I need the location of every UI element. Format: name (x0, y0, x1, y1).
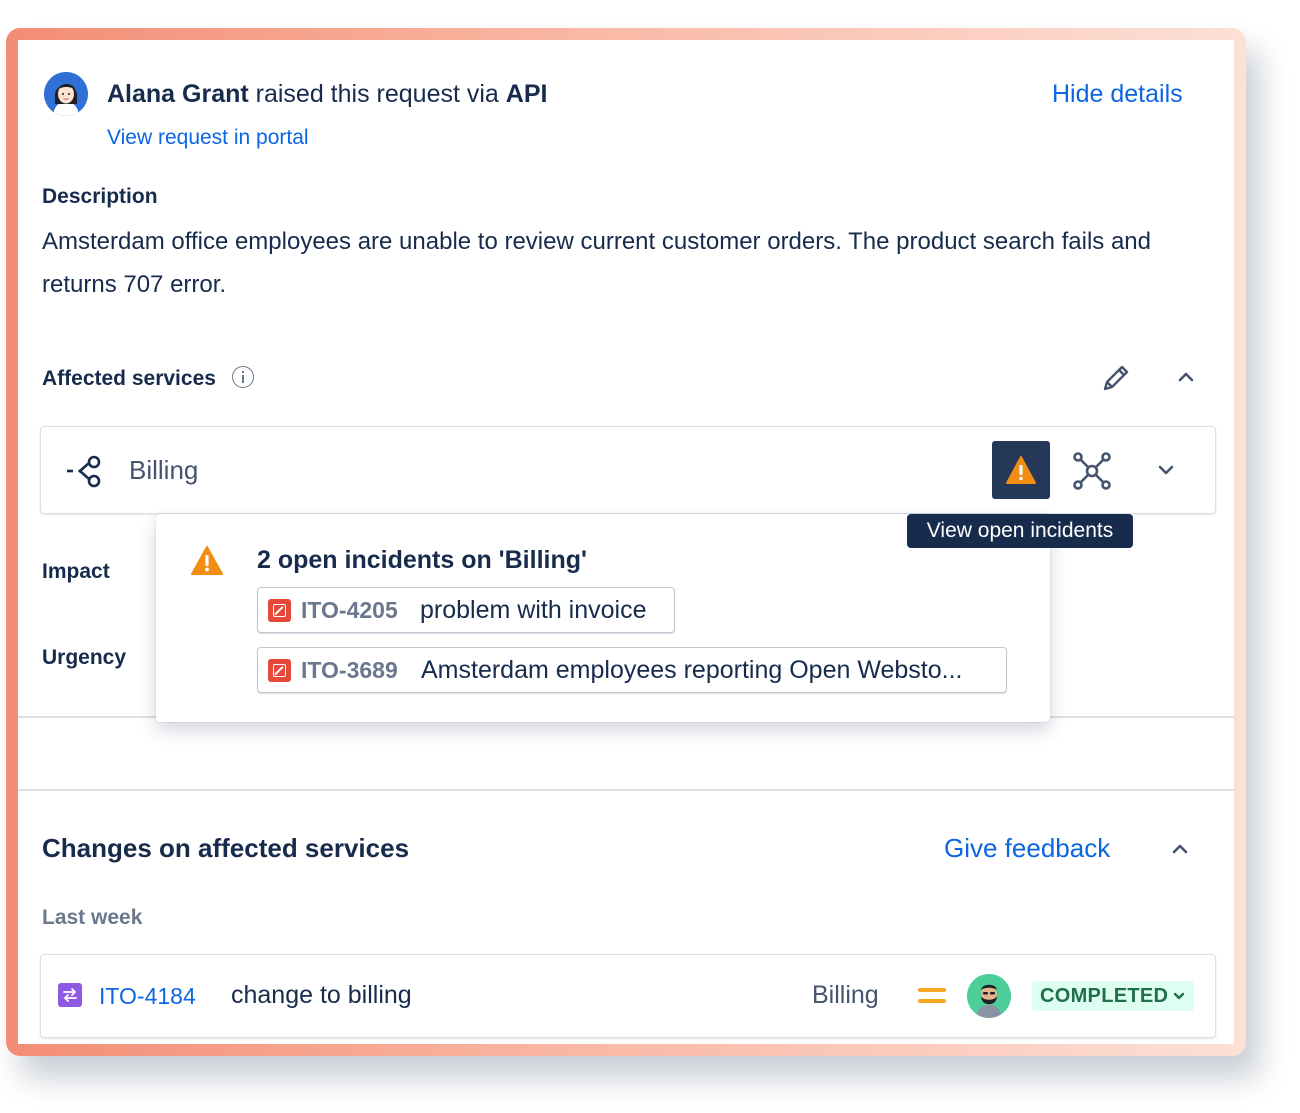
give-feedback-link[interactable]: Give feedback (944, 833, 1110, 864)
raised-via-text: raised this request via (248, 80, 506, 108)
incident-card[interactable]: ITO-3689 Amsterdam employees reporting O… (257, 647, 1007, 693)
collapse-changes-chevron-up-icon[interactable] (1167, 836, 1193, 862)
incident-icon (268, 659, 291, 682)
request-raised-text: Alana Grant raised this request via API (107, 80, 547, 109)
hide-details-button[interactable]: Hide details (1052, 80, 1183, 109)
description-label: Description (42, 185, 158, 208)
incident-card[interactable]: ITO-4205 problem with invoice (257, 587, 675, 633)
request-channel: API (505, 80, 548, 108)
change-icon (58, 983, 82, 1007)
pencil-icon[interactable] (1098, 360, 1134, 396)
collapse-affected-services-chevron-up-icon[interactable] (1173, 364, 1199, 390)
open-incidents-title: 2 open incidents on 'Billing' (257, 546, 587, 574)
chevron-down-icon (1172, 982, 1186, 1012)
warning-triangle-icon (189, 544, 225, 578)
status-lozenge[interactable]: COMPLETED (1032, 981, 1195, 1012)
expand-service-chevron-down-icon[interactable] (1153, 457, 1179, 483)
change-service: Billing (812, 981, 879, 1009)
change-row[interactable]: ITO-4184 change to billing Billing COMPL… (40, 954, 1216, 1038)
reporter-avatar[interactable] (44, 72, 88, 116)
warning-triangle-icon (1006, 456, 1036, 484)
reporter-name[interactable]: Alana Grant (107, 80, 249, 108)
urgency-label: Urgency (42, 646, 127, 669)
info-circle-icon[interactable] (232, 366, 254, 388)
change-summary[interactable]: change to billing (231, 981, 412, 1010)
description-text[interactable]: Amsterdam office employees are unable to… (42, 220, 1172, 306)
network-icon[interactable] (1072, 451, 1112, 491)
incident-key[interactable]: ITO-3689 (301, 657, 398, 684)
incident-summary[interactable]: Amsterdam employees reporting Open Webst… (421, 656, 962, 685)
incident-summary[interactable]: problem with invoice (420, 596, 647, 625)
view-open-incidents-tooltip: View open incidents (907, 514, 1133, 548)
request-details-panel: Alana Grant raised this request via API … (18, 40, 1234, 1044)
view-open-incidents-button[interactable] (992, 441, 1050, 499)
impact-label: Impact (42, 560, 110, 583)
assignee-avatar[interactable] (967, 974, 1011, 1018)
service-name[interactable]: Billing (129, 455, 198, 486)
view-request-in-portal-link[interactable]: View request in portal (107, 126, 309, 150)
affected-services-label: Affected services (42, 367, 216, 390)
status-label: COMPLETED (1040, 985, 1169, 1007)
incident-icon (268, 599, 291, 622)
change-key[interactable]: ITO-4184 (99, 983, 196, 1010)
priority-medium-icon (918, 986, 946, 1006)
affected-service-row[interactable]: Billing (40, 426, 1216, 514)
changes-section-title: Changes on affected services (42, 833, 410, 863)
changes-group-label: Last week (42, 906, 143, 929)
service-icon (65, 451, 105, 491)
incident-key[interactable]: ITO-4205 (301, 597, 398, 624)
divider (18, 789, 1234, 791)
